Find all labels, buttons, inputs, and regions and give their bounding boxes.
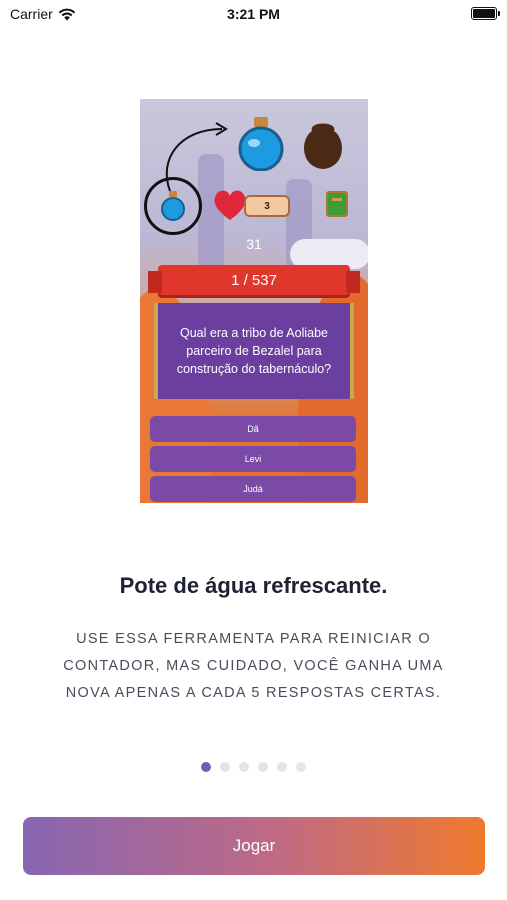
- play-button[interactable]: Jogar: [23, 817, 485, 875]
- potion-highlight-circle: [144, 177, 202, 235]
- page-indicator[interactable]: [0, 762, 507, 772]
- answer-option: Judá: [150, 476, 356, 502]
- answer-option: Levi: [150, 446, 356, 472]
- water-potion-icon: [161, 191, 185, 221]
- question-text: Qual era a tribo de Aoliabe parceiro de …: [176, 326, 332, 376]
- page-dot[interactable]: [296, 762, 306, 772]
- status-bar: Carrier 3:21 PM: [0, 0, 507, 28]
- status-time: 3:21 PM: [227, 6, 280, 22]
- bag-icon: [304, 123, 342, 169]
- tutorial-preview-image: 3 31 1 / 537 Qual era a tribo de Aoliabe…: [140, 99, 368, 503]
- question-progress-label: 1 / 537: [231, 271, 277, 289]
- page-dot[interactable]: [239, 762, 249, 772]
- page-dot[interactable]: [277, 762, 287, 772]
- lives-counter: 3: [244, 195, 290, 217]
- water-potion-icon: [238, 117, 284, 171]
- tutorial-title: Pote de água refrescante.: [119, 573, 388, 598]
- battery-icon: [471, 7, 500, 20]
- answer-label: Levi: [244, 454, 262, 464]
- answer-label: Dã: [247, 424, 259, 434]
- tutorial-description: USE ESSA FERRAMENTA PARA REINICIAR O CON…: [63, 631, 444, 701]
- question-progress-banner: 1 / 537: [148, 265, 360, 295]
- answer-option: Dã: [150, 416, 356, 442]
- page-dot[interactable]: [258, 762, 268, 772]
- timer-text: 31: [246, 236, 262, 252]
- question-card: Qual era a tribo de Aoliabe parceiro de …: [154, 303, 354, 399]
- page-dot[interactable]: [220, 762, 230, 772]
- answer-label: Judá: [243, 484, 263, 494]
- heart-icon: [214, 190, 246, 220]
- page-dot-active[interactable]: [201, 762, 211, 772]
- book-icon: [326, 191, 348, 217]
